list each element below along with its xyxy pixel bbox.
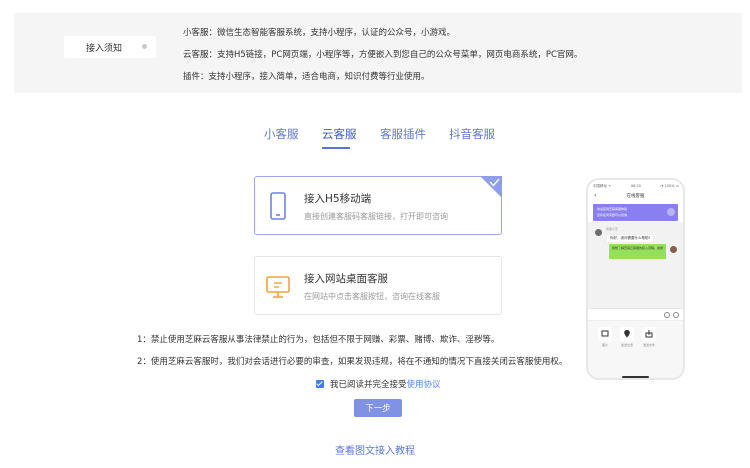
notice-line-mini: 小客服：微信生态智能客服系统，支持小程序，认证的公众号，小游戏。	[183, 28, 456, 38]
agent-avatar	[595, 229, 602, 236]
option-desktop-web[interactable]: 接入网站桌面客服 在网站中点击客服按钮，咨询在线客服	[254, 256, 502, 315]
tool-image: 图片	[596, 327, 614, 347]
phone-battery: ◔ 100% ▭	[660, 184, 679, 188]
emoji-icon	[664, 312, 670, 318]
phone-tool-tray: 图片 发送位置 发送文件	[588, 320, 683, 378]
rule-1: 1：禁止使用芝麻云客服从事法律禁止的行为，包括但不限于网赚、彩票、赌博、欺诈、淫…	[137, 335, 500, 345]
banner-phone-icon	[667, 208, 675, 216]
option-h5-desc: 直接创建客服码客服链接，打开即可咨询	[304, 212, 448, 221]
service-tabs: 小客服 云客服 客服插件 抖音客服	[0, 126, 750, 156]
option-h5-mobile[interactable]: 接入H5移动端 直接创建客服码客服链接，打开即可咨询	[254, 176, 502, 235]
phone-preview: 中国移动 ᯤ 08:20 ◔ 100% ▭ ‹ 在线客服 欢迎来到芝麻客服体验 …	[586, 178, 685, 380]
notice-panel: 接入须知 小客服：微信生态智能客服系统，支持小程序，认证的公众号，小游戏。 云客…	[14, 13, 742, 93]
phone-carrier: 中国移动 ᯤ	[593, 184, 612, 188]
tutorial-link[interactable]: 查看图文接入教程	[0, 442, 750, 457]
image-icon	[598, 327, 612, 341]
agreement-row: 我已阅读并完全接受 使用协议	[316, 378, 441, 390]
agent-name: 客服小芝	[606, 227, 619, 231]
option-desktop-title: 接入网站桌面客服	[304, 273, 388, 285]
agreement-text: 我已阅读并完全接受	[330, 380, 407, 390]
notice-dot-icon	[142, 44, 147, 49]
plus-icon	[673, 312, 679, 318]
mobile-icon	[270, 192, 286, 220]
selected-check-icon	[480, 176, 502, 198]
phone-time: 08:20	[630, 184, 641, 188]
notice-line-plugin: 插件：支持小程序，接入简单，适合电商，知识付费等行业使用。	[183, 72, 430, 82]
user-message-bubble: 我想了解芝麻云客服的接入流程，谢谢	[609, 244, 666, 259]
phone-input-bar	[588, 308, 683, 320]
active-tab-indicator	[322, 147, 350, 149]
tool-image-label: 图片	[601, 343, 608, 347]
tool-location: 发送位置	[618, 327, 636, 347]
share-file-icon	[642, 327, 656, 341]
phone-welcome-banner: 欢迎来到芝麻客服体验 您有任何问题可以咨询	[593, 204, 678, 221]
notice-tag: 接入须知	[64, 36, 156, 58]
user-avatar	[670, 246, 677, 253]
tab-mini-service[interactable]: 小客服	[264, 126, 299, 142]
phone-chat-title: 在线客服	[626, 194, 645, 199]
tab-cloud-service[interactable]: 云客服	[322, 126, 357, 142]
rule-2: 2：使用芝麻云客服时，我们对会话进行必要的审查，如果发现违规，将在不通知的情况下…	[137, 357, 568, 367]
tool-file: 发送文件	[640, 327, 658, 347]
agreement-link[interactable]: 使用协议	[407, 378, 441, 390]
tool-location-label: 发送位置	[620, 343, 633, 347]
tab-service-plugin[interactable]: 客服插件	[380, 126, 426, 142]
location-pin-icon	[620, 327, 634, 341]
banner-line-2: 您有任何问题可以咨询	[597, 213, 628, 217]
phone-status-bar: 中国移动 ᯤ 08:20 ◔ 100% ▭	[593, 184, 679, 190]
option-h5-title: 接入H5移动端	[304, 193, 372, 205]
notice-line-cloud: 云客服：支持H5链接，PC网页端，小程序等，方便嵌入到您自己的公众号菜单，网页电…	[183, 50, 583, 60]
tool-file-label: 发送文件	[642, 343, 655, 347]
notice-lines: 小客服：微信生态智能客服系统，支持小程序，认证的公众号，小游戏。 云客服：支持H…	[183, 27, 582, 93]
next-button[interactable]: 下一步	[354, 399, 402, 417]
agent-message-bubble: 你好，请问需要什么帮助?	[606, 234, 655, 243]
agreement-checkbox[interactable]	[316, 380, 324, 388]
desktop-icon	[266, 276, 290, 298]
notice-tag-label: 接入须知	[86, 43, 123, 54]
banner-line-1: 欢迎来到芝麻客服体验	[597, 207, 628, 211]
usage-rules: 1：禁止使用芝麻云客服从事法律禁止的行为，包括但不限于网赚、彩票、赌博、欺诈、淫…	[137, 334, 567, 378]
tab-douyin-service[interactable]: 抖音客服	[449, 126, 495, 142]
option-desktop-desc: 在网站中点击客服按钮，咨询在线客服	[304, 292, 440, 301]
phone-home-indicator	[622, 376, 649, 378]
